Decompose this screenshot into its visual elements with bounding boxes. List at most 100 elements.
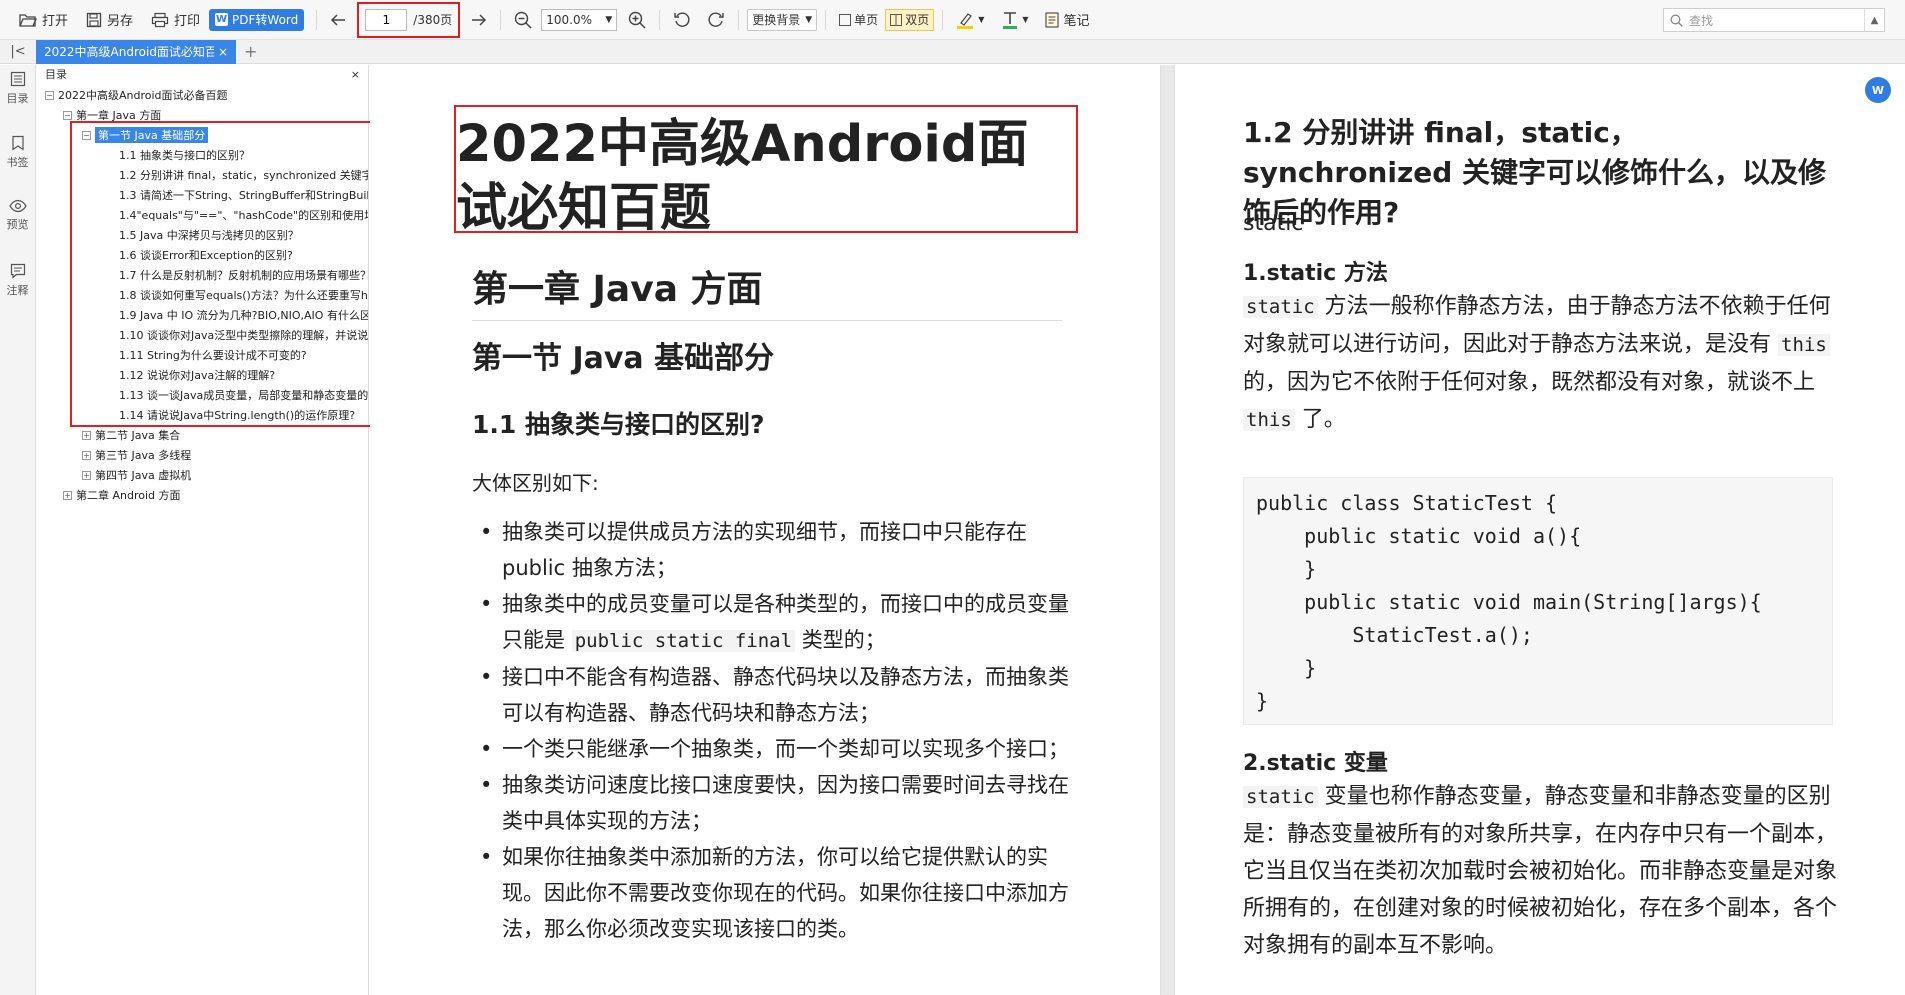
- rail-bookmark-label: 书签: [6, 156, 29, 169]
- document-viewer[interactable]: 2022中高级Android面试必知百题 第一章 Java 方面 第一节 Jav…: [370, 65, 1905, 995]
- toc-item-label: 第二章 Android 方面: [76, 489, 181, 502]
- collapse-toggle-icon[interactable]: −: [82, 130, 91, 140]
- toc-item-section2[interactable]: + 第二节 Java 集合: [37, 425, 368, 445]
- chevron-down-icon: ▼: [1022, 15, 1029, 24]
- toc-item[interactable]: 1.2 分别讲讲 final，static，synchronized 关键字可以…: [37, 165, 368, 185]
- collapse-sidebar-button[interactable]: |<: [0, 44, 36, 59]
- double-page-button[interactable]: 双页: [885, 8, 935, 31]
- zoom-select[interactable]: 100.0% ▼: [541, 8, 618, 31]
- list-item: 一个类只能继承一个抽象类，而一个类却可以实现多个接口；: [472, 731, 1072, 767]
- rail-preview-label: 预览: [6, 218, 29, 231]
- toc-item[interactable]: 1.13 谈一谈Java成员变量，局部变量和静态变量的创建和回收时机？: [37, 385, 368, 405]
- zoom-in-button[interactable]: [623, 6, 651, 34]
- text-color-button[interactable]: ▼: [997, 6, 1033, 34]
- pdf-to-word-button[interactable]: W PDF转Word: [209, 8, 305, 31]
- toc-item[interactable]: 1.5 Java 中深拷贝与浅拷贝的区别？: [37, 225, 368, 245]
- single-page-label: 单页: [854, 13, 879, 27]
- toc-item[interactable]: 1.10 谈谈你对Java泛型中类型擦除的理解，并说说其局限性？: [37, 325, 368, 345]
- toc-item[interactable]: 1.12 说说你对Java注解的理解?: [37, 365, 368, 385]
- toc-item[interactable]: 1.9 Java 中 IO 流分为几种?BIO,NIO,AIO 有什么区别?: [37, 305, 368, 325]
- toc-item[interactable]: 1.11 String为什么要设计成不可变的?: [37, 345, 368, 365]
- rail-annotation[interactable]: 注释: [0, 257, 35, 321]
- toc-item[interactable]: 1.1 抽象类与接口的区别？: [37, 145, 368, 165]
- rail-toc[interactable]: 目录: [0, 65, 35, 129]
- list-item-text: 抽象类访问速度比接口速度要快，因为接口需要时间去寻找在类中具体实现的方法；: [502, 773, 1069, 833]
- toc-item-root[interactable]: − 2022中高级Android面试必备百题: [37, 85, 368, 105]
- collapse-toggle-icon[interactable]: −: [63, 110, 72, 120]
- open-button[interactable]: 打开: [14, 6, 73, 34]
- toc-header-title: 目录: [45, 68, 67, 81]
- toc-item[interactable]: 1.8 谈谈如何重写equals()方法？为什么还要重写hashCode()？: [37, 285, 368, 305]
- toc-item-label: 1.5 Java 中深拷贝与浅拷贝的区别？: [119, 229, 299, 242]
- expand-toggle-icon[interactable]: +: [63, 490, 72, 500]
- background-dropdown[interactable]: 更换背景 ▼: [747, 8, 818, 31]
- rail-bookmark[interactable]: 书签: [0, 129, 35, 193]
- note-button[interactable]: 笔记: [1040, 6, 1095, 34]
- zoom-value: 100.0%: [546, 12, 592, 27]
- search-icon: [1670, 14, 1683, 27]
- highlight-button[interactable]: ▼: [951, 6, 989, 34]
- page-number-input[interactable]: [365, 8, 408, 31]
- toc-item-label: 1.2 分别讲讲 final，static，synchronized 关键字可以…: [119, 169, 368, 182]
- collapse-toggle-icon[interactable]: −: [45, 90, 54, 100]
- toc-item-label: 1.11 String为什么要设计成不可变的?: [119, 349, 307, 362]
- toc-item[interactable]: 1.3 请简述一下String、StringBuffer和StringBuild…: [37, 185, 368, 205]
- next-page-button[interactable]: [466, 6, 492, 34]
- search-box[interactable]: 查找 ▲: [1663, 8, 1885, 32]
- rotate-right-button[interactable]: [702, 6, 730, 34]
- background-label: 更换背景: [752, 13, 801, 27]
- rail-preview[interactable]: 预览: [0, 193, 35, 257]
- single-page-button[interactable]: 单页: [834, 9, 883, 31]
- expand-toggle-icon[interactable]: +: [82, 430, 91, 440]
- toc-item-label: 1.7 什么是反射机制？反射机制的应用场景有哪些？: [119, 269, 368, 282]
- rail-annotation-label: 注释: [6, 284, 29, 297]
- rail-toc-label: 目录: [6, 92, 29, 105]
- paragraph-text: 了。: [1294, 407, 1346, 432]
- rotate-left-icon: [674, 11, 690, 27]
- toc-item-label: 第一节 Java 基础部分: [95, 127, 209, 143]
- close-icon[interactable]: ×: [218, 45, 228, 59]
- toc-item-label: 2022中高级Android面试必备百题: [58, 89, 228, 102]
- rotate-left-button[interactable]: [668, 6, 696, 34]
- toc-item[interactable]: 1.7 什么是反射机制？反射机制的应用场景有哪些？: [37, 265, 368, 285]
- toc-item-chapter1[interactable]: − 第一章 Java 方面: [37, 105, 368, 125]
- list-item-text: 一个类只能继承一个抽象类，而一个类却可以实现多个接口；: [502, 737, 1069, 761]
- save-as-button[interactable]: 另存: [81, 6, 138, 34]
- toc-item-label: 第一章 Java 方面: [76, 109, 162, 122]
- chevron-up-icon[interactable]: ▲: [1864, 9, 1884, 31]
- inline-code: this: [1243, 409, 1295, 431]
- close-icon[interactable]: ×: [351, 68, 360, 81]
- print-label: 打印: [174, 14, 201, 29]
- toc-item-section3[interactable]: + 第三节 Java 多线程: [37, 445, 368, 465]
- tab-bar: |< 2022中高级Android面试必知百题 × +: [0, 39, 1905, 64]
- list-item: 抽象类中的成员变量可以是各种类型的，而接口中的成员变量只能是 public st…: [472, 586, 1072, 659]
- toc-item-label: 1.6 谈谈Error和Exception的区别?: [119, 249, 293, 262]
- toc-item[interactable]: 1.6 谈谈Error和Exception的区别?: [37, 245, 368, 265]
- zoom-out-button[interactable]: [509, 6, 537, 34]
- prev-page-button[interactable]: [325, 6, 351, 34]
- toolbar: 打开 另存 打印 W PDF转Word /380页 100.0% ▼ 更换背景: [0, 0, 1905, 40]
- toc-item-label: 第三节 Java 多线程: [95, 449, 192, 462]
- toc-item-label: 1.8 谈谈如何重写equals()方法？为什么还要重写hashCode()？: [119, 289, 368, 302]
- text-color-icon: [1003, 11, 1018, 29]
- double-page-icon: [890, 13, 903, 26]
- expand-toggle-icon[interactable]: +: [82, 450, 91, 460]
- toc-item-label: 1.13 谈一谈Java成员变量，局部变量和静态变量的创建和回收时机？: [119, 389, 368, 402]
- tab-title: 2022中高级Android面试必知百题: [44, 45, 214, 59]
- toc-item[interactable]: 1.4"equals"与"=="、"hashCode"的区别和使用场景？: [37, 205, 368, 225]
- document-tab[interactable]: 2022中高级Android面试必知百题 ×: [36, 39, 236, 64]
- word-convert-icon[interactable]: W: [1865, 77, 1891, 103]
- toc-item-chapter2[interactable]: + 第二章 Android 方面: [37, 485, 368, 505]
- paragraph-text: 的，因为它不依附于任何对象，既然都没有对象，就谈不上: [1243, 370, 1816, 395]
- toc-item-section4[interactable]: + 第四节 Java 虚拟机: [37, 465, 368, 485]
- expand-toggle-icon[interactable]: +: [82, 470, 91, 480]
- toc-item[interactable]: 1.14 请说说Java中String.length()的运作原理?: [37, 405, 368, 425]
- page-navigator: /380页: [357, 1, 461, 38]
- toc-item-section1[interactable]: − 第一节 Java 基础部分: [37, 125, 368, 145]
- list-item: 如果你往抽象类中添加新的方法，你可以给它提供默认的实现。因此你不需要改变你现在的…: [472, 839, 1072, 947]
- list-item: 抽象类访问速度比接口速度要快，因为接口需要时间去寻找在类中具体实现的方法；: [472, 767, 1072, 839]
- rotate-right-icon: [708, 11, 724, 27]
- print-button[interactable]: 打印: [146, 6, 205, 34]
- new-tab-button[interactable]: +: [244, 42, 257, 61]
- toc-item-label: 1.3 请简述一下String、StringBuffer和StringBuild…: [119, 189, 368, 202]
